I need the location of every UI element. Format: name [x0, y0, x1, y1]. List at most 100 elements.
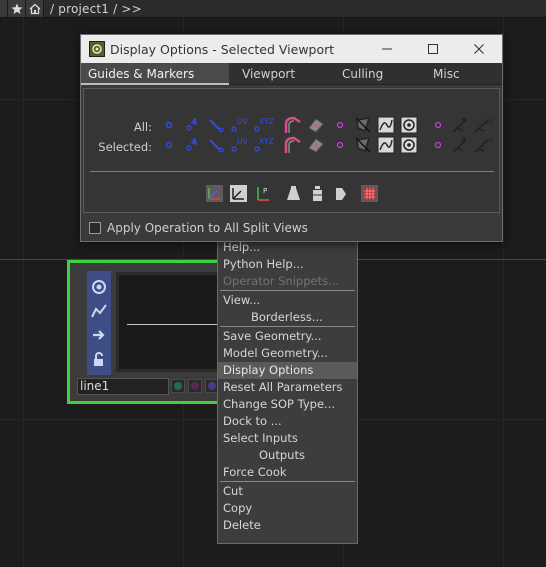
vertex-uv-text: UV: [484, 117, 493, 125]
menu-item-model-geometry[interactable]: Model Geometry...: [218, 345, 357, 362]
point-marker-icon[interactable]: [162, 117, 178, 133]
tab-guides-markers[interactable]: Guides & Markers: [81, 63, 229, 85]
vertex-number-icon[interactable]: [430, 137, 446, 153]
point-number-icon[interactable]: 4: [185, 137, 201, 153]
point-position-text: XYZ: [259, 117, 274, 126]
menu-item-display-options[interactable]: Display Options: [218, 362, 357, 379]
origin-axes-icon[interactable]: [206, 185, 223, 202]
menu-item-dock-to[interactable]: Dock to ...: [218, 413, 357, 430]
point-number-text: 4: [191, 138, 197, 148]
point-normal-icon[interactable]: [208, 117, 224, 133]
display-options-dialog: Display Options - Selected Viewport Guid…: [80, 34, 503, 242]
star-icon[interactable]: [8, 0, 26, 17]
vertex-number-icon[interactable]: [430, 117, 446, 133]
maximize-icon[interactable]: [410, 35, 456, 63]
menu-item-force-cook[interactable]: Force Cook: [218, 464, 357, 481]
edge-hull-icon[interactable]: [354, 116, 372, 134]
graph-icon[interactable]: [91, 303, 107, 319]
menu-item-save-geometry[interactable]: Save Geometry...: [218, 328, 357, 345]
point-position-text: XYZ: [259, 137, 274, 146]
vertex-normal-text: 4: [462, 137, 467, 145]
grid-display-icon[interactable]: [361, 185, 378, 202]
minimize-icon[interactable]: [364, 35, 410, 63]
network-path[interactable]: / project1 / >>: [50, 2, 142, 16]
edge-hull-icon[interactable]: [354, 136, 372, 154]
apply-all-row: Apply Operation to All Split Views: [89, 221, 308, 235]
menu-item-borderless[interactable]: Borderless...: [218, 309, 357, 326]
arrow-right-icon[interactable]: [91, 327, 107, 343]
display-flag[interactable]: [171, 379, 185, 393]
vertex-marker-icon[interactable]: [332, 117, 348, 133]
vertex-normal-icon[interactable]: 4: [451, 116, 469, 134]
menu-item-view[interactable]: View...: [218, 292, 357, 309]
tab-culling[interactable]: Culling: [327, 63, 420, 85]
vertex-uv-icon[interactable]: UV: [473, 116, 493, 134]
row-label-all: All:: [133, 120, 152, 134]
primitive-number-icon[interactable]: 4: [307, 116, 325, 134]
primitive-normal-icon[interactable]: [284, 116, 302, 134]
home-icon[interactable]: [26, 0, 44, 17]
guides-markers-panel: All: Selected: 4 UV XYZ 4 4 UV 4 UV XYZ …: [83, 88, 500, 213]
profile-number-icon[interactable]: [400, 116, 418, 134]
tab-misc[interactable]: Misc: [420, 63, 502, 85]
point-number-text: 4: [191, 118, 197, 128]
apply-all-label[interactable]: Apply Operation to All Split Views: [107, 221, 308, 235]
grid-line: [503, 18, 504, 567]
camera-frustum-icon[interactable]: [285, 185, 302, 202]
line-preview: [127, 324, 227, 325]
menu-item-cut[interactable]: Cut: [218, 483, 357, 500]
node-viewer[interactable]: [116, 272, 230, 372]
point-normal-icon[interactable]: [208, 137, 224, 153]
close-icon[interactable]: [456, 35, 502, 63]
primitive-normal-icon[interactable]: [284, 136, 302, 154]
grid-line: [23, 18, 24, 567]
apply-all-checkbox[interactable]: [89, 222, 101, 234]
vertex-uv-text: UV: [484, 137, 493, 145]
target-icon[interactable]: [91, 279, 107, 295]
profile-curve-icon[interactable]: [377, 136, 395, 154]
menu-item-change-sop-type[interactable]: Change SOP Type...: [218, 396, 357, 413]
object-axes-icon[interactable]: [230, 185, 247, 202]
pivot-axes-icon[interactable]: P: [254, 185, 271, 202]
menu-item-delete[interactable]: Delete: [218, 517, 357, 534]
dialog-title: Display Options - Selected Viewport: [110, 41, 335, 57]
menu-item-copy[interactable]: Copy: [218, 500, 357, 517]
camera-icon[interactable]: [332, 185, 349, 202]
panel-separator: [90, 171, 494, 172]
dialog-title-bar[interactable]: Display Options - Selected Viewport: [81, 35, 502, 63]
point-uv-icon[interactable]: UV: [231, 137, 247, 153]
point-uv-icon[interactable]: UV: [231, 117, 247, 133]
primitive-number-text: 4: [314, 142, 319, 150]
point-position-icon[interactable]: XYZ: [254, 137, 274, 153]
row-label-selected: Selected:: [98, 140, 152, 154]
light-icon[interactable]: [309, 185, 326, 202]
vertex-uv-icon[interactable]: UV: [473, 136, 493, 154]
node-side-strip: [87, 271, 111, 375]
node-flags: [171, 379, 219, 393]
render-flag[interactable]: [188, 379, 202, 393]
point-uv-text: UV: [237, 117, 247, 126]
vertex-marker-icon[interactable]: [332, 137, 348, 153]
point-marker-icon[interactable]: [162, 137, 178, 153]
point-uv-text: UV: [237, 137, 247, 146]
point-number-icon[interactable]: 4: [185, 117, 201, 133]
operator-node[interactable]: line1: [67, 260, 230, 404]
pathbar-edge-button[interactable]: [0, 0, 8, 17]
pivot-axes-text: P: [263, 187, 267, 195]
path-bar: / project1 / >>: [0, 0, 546, 18]
profile-number-icon[interactable]: [400, 136, 418, 154]
menu-item-python-help[interactable]: Python Help...: [218, 256, 357, 273]
node-name-field[interactable]: line1: [77, 378, 169, 395]
menu-item-select-outputs[interactable]: Outputs: [218, 447, 357, 464]
menu-item-reset-all-parameters[interactable]: Reset All Parameters: [218, 379, 357, 396]
tab-viewport[interactable]: Viewport: [229, 63, 327, 85]
app-icon: [89, 41, 105, 57]
vertex-normal-icon[interactable]: 4: [451, 136, 469, 154]
vertex-normal-text: 4: [462, 117, 467, 125]
lock-icon[interactable]: [91, 351, 107, 367]
point-position-icon[interactable]: XYZ: [254, 117, 274, 133]
dialog-tabs: Guides & Markers Viewport Culling Misc: [81, 63, 502, 85]
profile-curve-icon[interactable]: [377, 116, 395, 134]
menu-item-select-inputs[interactable]: Select Inputs: [218, 430, 357, 447]
primitive-number-icon[interactable]: 4: [307, 136, 325, 154]
